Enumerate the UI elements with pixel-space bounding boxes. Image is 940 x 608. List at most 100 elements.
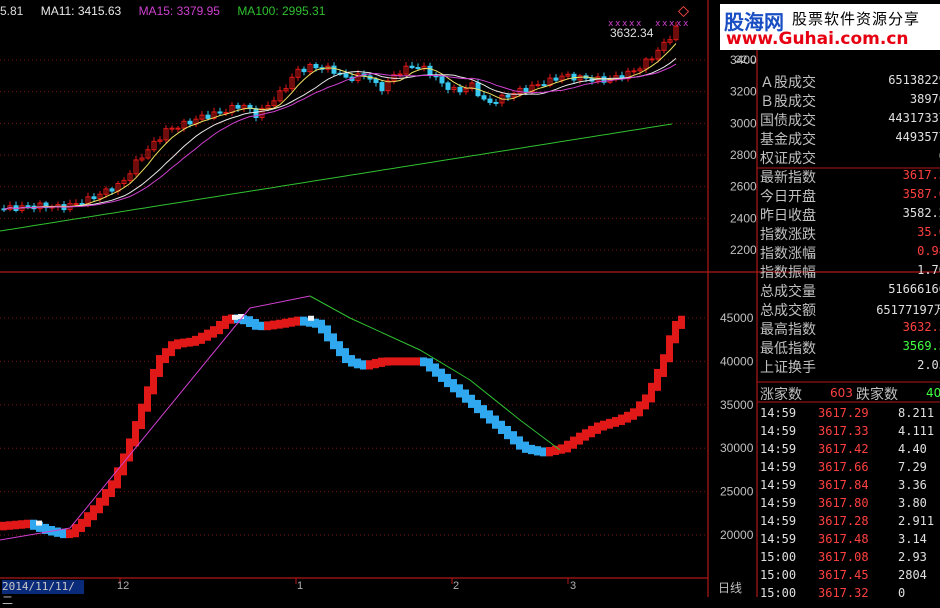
tick-volume: 3.14 [898, 532, 927, 546]
stat-value: 3632.3 [902, 320, 940, 334]
indicator-block [162, 348, 169, 364]
stat-row: 总成交量 51666166 [758, 281, 940, 300]
indicator-block [630, 408, 637, 420]
indicator-block [276, 319, 283, 329]
lower-axis-label: 35000 [720, 398, 754, 412]
stat-label: 最新指数 [760, 170, 816, 186]
indicator-block [642, 394, 649, 410]
ma5-line [3, 43, 677, 210]
tick-row[interactable]: 15:00 3617.45 2804 [758, 566, 940, 584]
signal-mark: x [608, 19, 614, 29]
tick-row[interactable]: 14:59 3617.48 3.14 [758, 530, 940, 548]
ma15-line [3, 63, 677, 210]
indicator-block [498, 420, 505, 434]
stat-row: 基金成交 4493577 [758, 129, 940, 148]
stat-label: 最高指数 [760, 322, 816, 338]
stat-value: 3582.2 [902, 206, 940, 220]
indicator-block [150, 368, 157, 395]
tick-price: 3617.32 [818, 586, 869, 600]
up-count-value: 603 [830, 386, 853, 400]
tick-row[interactable]: 14:59 3617.29 8.211 [758, 404, 940, 422]
tick-row[interactable]: 14:59 3617.42 4.40 [758, 440, 940, 458]
indicator-block [450, 379, 457, 393]
indicator-block [576, 432, 583, 445]
indicator-block [342, 348, 349, 364]
tick-row[interactable]: 14:59 3617.80 3.80 [758, 494, 940, 512]
indicator-block [648, 382, 655, 403]
indicator-block [462, 389, 469, 403]
candle-body [313, 64, 319, 69]
indicator-block [474, 399, 481, 414]
candle-body [397, 73, 403, 76]
indicator-block [366, 360, 373, 370]
tick-price: 3617.84 [818, 478, 869, 492]
candle-body [343, 73, 349, 78]
indicator-block [102, 489, 109, 506]
stat-value: 3617.3 [902, 168, 940, 182]
period-selector[interactable]: 日线 [718, 579, 742, 596]
indicator-block [30, 519, 37, 530]
tick-list[interactable]: 14:59 3617.29 8.211 14:59 3617.33 4.111 14:59 3… [758, 404, 940, 602]
candle-body [373, 78, 379, 84]
indicator-block [186, 337, 193, 347]
x-tick-mar: 3 [570, 580, 577, 592]
tick-time: 15:00 [760, 550, 797, 564]
tick-row[interactable]: 14:59 3617.33 4.111 [758, 422, 940, 440]
indicator-block [6, 521, 13, 530]
indicator-block [528, 444, 535, 455]
ma100-line [0, 123, 673, 232]
upper-axis-label: 2800 [730, 148, 757, 162]
tick-row[interactable]: 15:00 3617.32 0 [758, 584, 940, 602]
candlesticks[interactable] [1, 21, 679, 214]
indicator-block [624, 411, 631, 423]
ma-prefix: 5.81 [0, 4, 24, 18]
stat-row: 权证成交 0 [758, 148, 940, 167]
tick-volume: 2.911 [898, 514, 935, 528]
candle-body [445, 82, 451, 90]
signal-mark: x [622, 19, 628, 29]
indicator-blocks[interactable] [0, 314, 685, 539]
indicator-block [348, 355, 355, 367]
indicator-block [654, 368, 661, 391]
stat-value: 0 [870, 149, 940, 163]
tick-row[interactable]: 14:59 3617.66 7.29 [758, 458, 940, 476]
indicator-block [324, 325, 331, 342]
lower-axis-label: 45000 [720, 311, 754, 325]
indicator-block [660, 354, 667, 377]
indicator-block [636, 401, 643, 417]
indicator-block [66, 529, 73, 539]
candle-body [187, 120, 193, 125]
signal-mark: x [662, 19, 668, 29]
indicator-block [372, 358, 379, 369]
indicator-block [396, 357, 403, 366]
tick-price: 3617.80 [818, 496, 869, 510]
stat-row: 上证换手 2.03 [758, 357, 940, 376]
tick-price: 3617.45 [818, 568, 869, 582]
watermark-url: www.Guhai.com.cn [726, 29, 909, 49]
indicator-block [24, 519, 31, 529]
indicator-block [294, 316, 301, 326]
tick-row[interactable]: 15:00 3617.08 2.93 [758, 548, 940, 566]
indicator-block [540, 447, 547, 457]
tick-row[interactable]: 14:59 3617.28 2.911 [758, 512, 940, 530]
guhai-watermark: 股海网 股票软件资源分享 www.Guhai.com.cn [720, 4, 940, 50]
indicator-block [618, 414, 625, 426]
candle-body [205, 114, 211, 119]
tick-row[interactable]: 14:59 3617.84 3.36 [758, 476, 940, 494]
candle-body [25, 205, 31, 208]
stat-row: 今日开盘 3587.0 [758, 186, 940, 205]
upper-axis-label: 3000 [730, 116, 757, 130]
indicator-block [288, 317, 295, 327]
signal-mark: x [683, 19, 689, 29]
candle-body [409, 65, 415, 69]
tick-volume: 3.80 [898, 496, 927, 510]
stat-value: 51666166 [888, 282, 940, 296]
indicator-block [144, 386, 151, 412]
stat-label: 指数振幅 [760, 265, 816, 281]
tick-time: 15:00 [760, 568, 797, 582]
ma15-label: MA15: 3379.95 [138, 4, 220, 18]
indicator-block [534, 446, 541, 456]
signal-mark: x [636, 19, 642, 29]
tick-volume: 0 [898, 586, 906, 600]
indicator-block [252, 318, 259, 330]
